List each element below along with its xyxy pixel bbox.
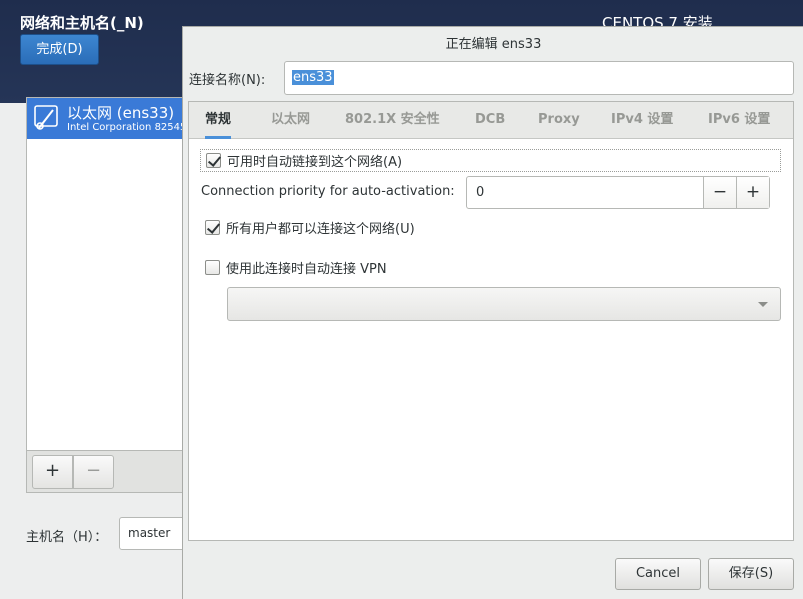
priority-label: Connection priority for auto-activation:: [201, 184, 455, 199]
priority-value[interactable]: 0: [476, 177, 484, 208]
auto-vpn-label: 使用此连接时自动连接 VPN: [226, 262, 387, 277]
hostname-label: 主机名（H）：: [26, 530, 108, 545]
device-list-item[interactable]: 以太网 (ens33) Intel Corporation 82545EM Gi…: [27, 98, 386, 139]
tab-dcb[interactable]: DCB: [475, 102, 505, 139]
tab-bar: 常规 以太网 802.1X 安全性 DCB Proxy IPv4 设置 IPv6…: [189, 102, 793, 139]
device-toolbar: + −: [27, 450, 190, 492]
connection-name-label: 连接名称(N):: [189, 73, 266, 88]
priority-spinbutton[interactable]: 0 − +: [466, 176, 770, 209]
add-device-button[interactable]: +: [32, 455, 73, 489]
settings-notebook: 常规 以太网 802.1X 安全性 DCB Proxy IPv4 设置 IPv6…: [188, 101, 794, 541]
edit-connection-dialog: 正在编辑 ens33 连接名称(N): ens33 常规 以太网 802.1X …: [182, 26, 803, 599]
remove-device-button[interactable]: −: [73, 455, 114, 489]
tab-ipv6-settings[interactable]: IPv6 设置: [708, 102, 770, 139]
auto-vpn-checkbox[interactable]: [205, 260, 220, 275]
tab-proxy[interactable]: Proxy: [538, 102, 580, 139]
tab-8021x-security[interactable]: 802.1X 安全性: [345, 102, 440, 139]
priority-decrement-button[interactable]: −: [703, 177, 736, 208]
tab-general[interactable]: 常规: [205, 102, 232, 139]
save-button[interactable]: 保存(S): [708, 558, 794, 590]
priority-increment-button[interactable]: +: [736, 177, 769, 208]
auto-connect-label: 可用时自动链接到这个网络(A): [227, 155, 403, 170]
ethernet-icon: [33, 104, 59, 132]
vpn-select[interactable]: [227, 287, 781, 321]
auto-connect-checkbox[interactable]: [206, 153, 221, 168]
tab-ethernet[interactable]: 以太网: [271, 102, 310, 139]
all-users-checkbox[interactable]: [205, 220, 220, 235]
tab-ipv4-settings[interactable]: IPv4 设置: [611, 102, 673, 139]
connection-name-value: ens33: [292, 70, 334, 85]
all-users-label: 所有用户都可以连接这个网络(U): [226, 222, 415, 237]
dialog-title: 正在编辑 ens33: [445, 37, 542, 52]
done-button[interactable]: 完成(D): [20, 34, 99, 65]
auto-connect-option[interactable]: 可用时自动链接到这个网络(A): [200, 149, 781, 172]
page-title: 网络和主机名(_N): [20, 14, 144, 32]
auto-vpn-option[interactable]: 使用此连接时自动连接 VPN: [205, 258, 387, 277]
device-list: 以太网 (ens33) Intel Corporation 82545EM Gi…: [26, 97, 386, 493]
device-name: 以太网 (ens33): [67, 104, 175, 122]
chevron-down-icon: [758, 302, 768, 307]
cancel-button[interactable]: Cancel: [615, 558, 701, 590]
connection-name-input[interactable]: ens33: [284, 61, 794, 95]
all-users-option[interactable]: 所有用户都可以连接这个网络(U): [205, 218, 415, 237]
